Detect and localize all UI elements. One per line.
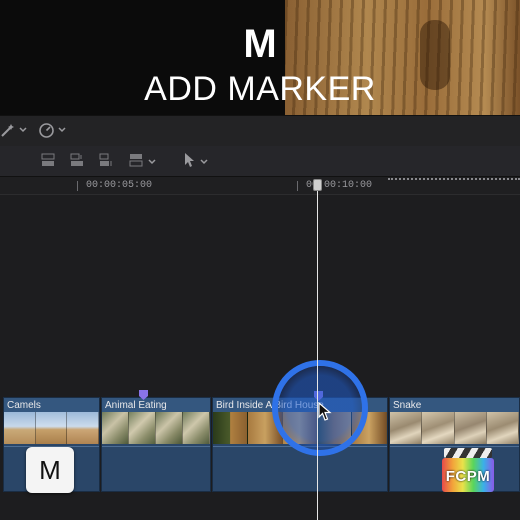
playhead-line[interactable] — [317, 180, 318, 520]
clip-filmstrip — [4, 412, 99, 444]
clip-volume-line — [102, 446, 210, 447]
timeline-toolbar-edit — [0, 146, 520, 177]
ruler-timecode: 00:00:05:00 — [86, 180, 153, 191]
pointer-arrow-icon — [318, 401, 332, 427]
clip-audio-region — [102, 444, 210, 491]
magic-wand-icon[interactable] — [0, 122, 16, 142]
timeline-toolbar-top — [0, 115, 520, 147]
clip-label: Camels — [7, 400, 41, 411]
clip-filmstrip — [102, 412, 210, 444]
ruler-tick — [297, 181, 298, 191]
clip-filmstrip — [390, 412, 519, 444]
logo-text: FCPM — [445, 468, 491, 485]
ruler-render-indicator — [388, 178, 520, 182]
connect-clip-icon[interactable] — [41, 153, 55, 167]
playhead-handle[interactable] — [313, 179, 322, 191]
shortcut-key-title: M — [243, 22, 277, 66]
keyboard-key-badge: M — [26, 447, 74, 493]
clapperboard-icon — [444, 448, 492, 458]
chevron-down-icon[interactable] — [58, 125, 66, 136]
timeline-clip-animal-eating[interactable]: Animal Eating — [101, 397, 211, 492]
select-arrow-icon[interactable] — [183, 152, 197, 167]
clip-label: Snake — [393, 400, 422, 411]
chevron-down-icon[interactable] — [148, 157, 156, 168]
insert-clip-icon[interactable] — [70, 153, 84, 167]
fcpm-logo: FCPM — [442, 448, 494, 492]
chevron-down-icon[interactable] — [200, 157, 208, 168]
ruler-tick — [77, 181, 78, 191]
clip-label: Animal Eating — [105, 400, 167, 411]
viewer-preview: M ADD MARKER — [0, 0, 520, 115]
chevron-down-icon[interactable] — [19, 125, 27, 136]
append-clip-icon[interactable] — [99, 153, 113, 167]
overwrite-clip-icon[interactable] — [129, 153, 143, 167]
clip-volume-line — [390, 446, 519, 447]
shortcut-caption: ADD MARKER — [144, 70, 376, 108]
speed-gauge-icon[interactable] — [38, 122, 55, 143]
